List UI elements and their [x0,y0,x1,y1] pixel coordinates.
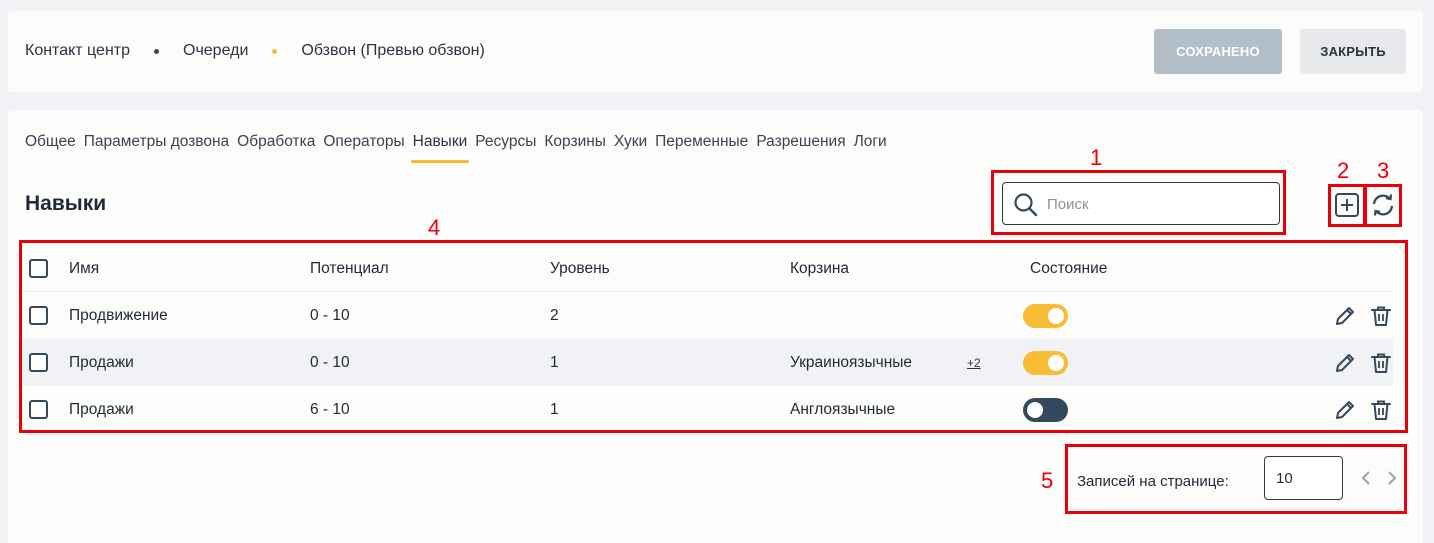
tab-dial-params[interactable]: Параметры дозвона [84,133,229,161]
tab-baskets[interactable]: Корзины [544,133,606,161]
breadcrumb-contact-center[interactable]: Контакт центр [25,42,130,60]
tab-operators[interactable]: Операторы [323,133,404,161]
tab-resources[interactable]: Ресурсы [475,133,536,161]
close-button[interactable]: ЗАКРЫТЬ [1300,29,1406,74]
annotation-label-5: 5 [1041,468,1054,493]
section-title: Навыки [25,192,107,215]
saved-button[interactable]: СОХРАНЕНО [1154,29,1282,74]
annotation-label-2: 2 [1337,158,1350,183]
annotation-box-table [19,240,1408,433]
annotation-box-refresh [1364,184,1402,227]
annotation-box-add [1328,184,1366,227]
tab-general[interactable]: Общее [25,133,76,161]
breadcrumb-current: Обзвон (Превью обзвон) [301,42,485,59]
annotation-label-3: 3 [1377,158,1390,183]
annotation-label-4: 4 [428,215,441,240]
annotation-box-pager [1065,444,1407,514]
breadcrumb: Контакт центр Очереди Обзвон (Превью обз… [25,42,485,60]
tab-permissions[interactable]: Разрешения [756,133,845,161]
annotation-label-1: 1 [1090,145,1103,170]
top-bar: Контакт центр Очереди Обзвон (Превью обз… [8,11,1423,92]
breadcrumb-queues[interactable]: Очереди [183,42,248,60]
annotation-box-search [991,170,1286,235]
tab-processing[interactable]: Обработка [237,133,315,161]
tab-variables[interactable]: Переменные [655,133,748,161]
tab-bar: Общее Параметры дозвона Обработка Операт… [25,133,895,163]
breadcrumb-separator-dot [154,48,159,54]
tab-logs[interactable]: Логи [854,133,887,161]
tab-skills[interactable]: Навыки [410,133,469,163]
breadcrumb-separator-dot [272,48,278,54]
tab-hooks[interactable]: Хуки [614,133,647,161]
